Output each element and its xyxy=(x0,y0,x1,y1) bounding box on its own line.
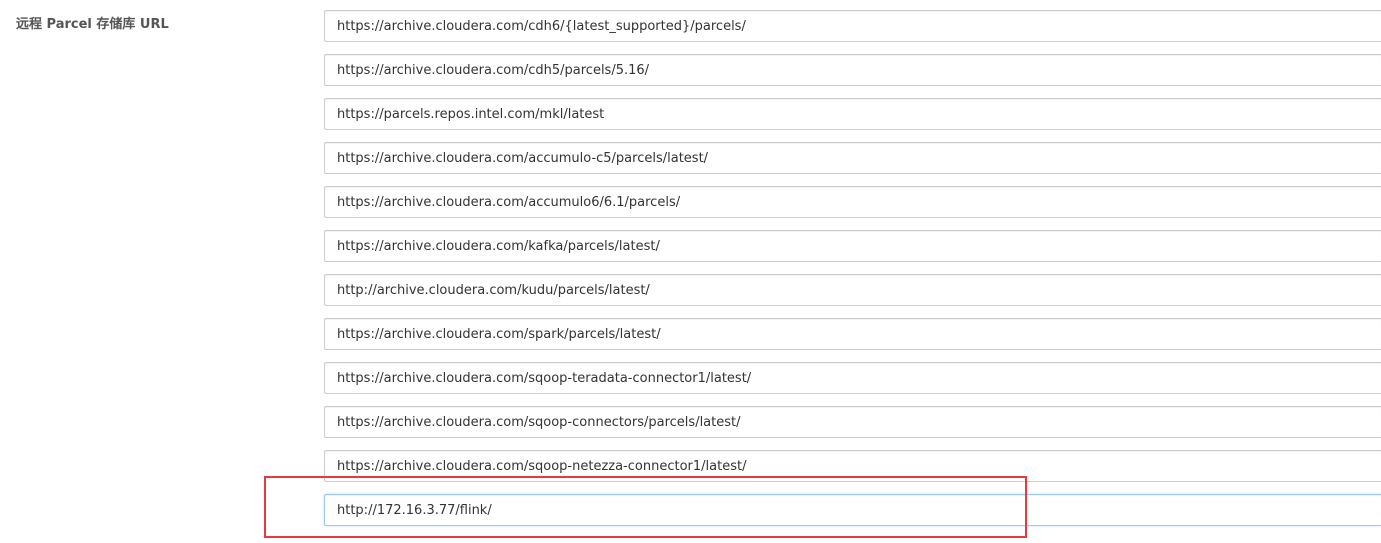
parcel-url-input[interactable] xyxy=(324,186,1381,218)
parcel-url-input[interactable] xyxy=(324,10,1381,42)
parcel-url-input[interactable] xyxy=(324,362,1381,394)
parcel-url-input[interactable] xyxy=(324,450,1381,482)
parcel-url-input[interactable] xyxy=(324,406,1381,438)
parcel-url-input[interactable] xyxy=(324,142,1381,174)
parcel-url-input[interactable] xyxy=(324,54,1381,86)
parcel-url-input-flink[interactable] xyxy=(324,494,1381,526)
setting-label-remote-parcel-repo-url: 远程 Parcel 存储库 URL xyxy=(16,17,169,32)
parcel-url-input[interactable] xyxy=(324,98,1381,130)
parcel-url-input[interactable] xyxy=(324,274,1381,306)
parcel-url-input[interactable] xyxy=(324,318,1381,350)
parcel-repo-url-list xyxy=(324,10,1381,538)
parcel-url-input[interactable] xyxy=(324,230,1381,262)
